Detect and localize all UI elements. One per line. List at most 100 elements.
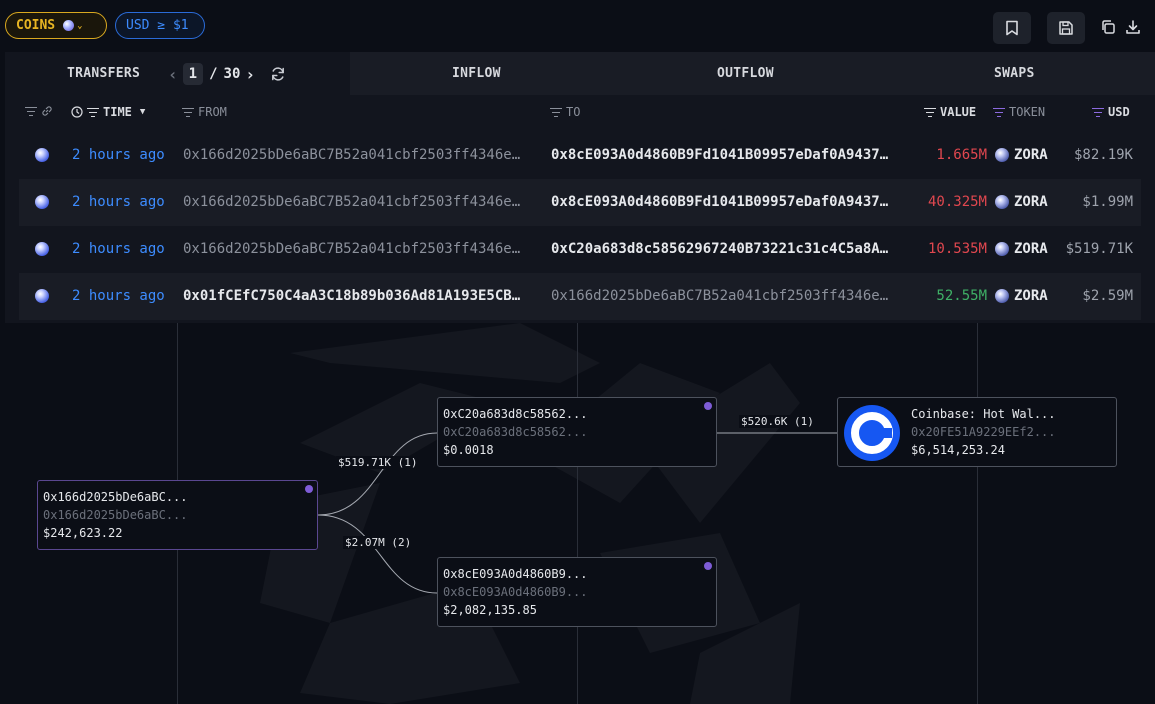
chevron-down-icon: ⌄ [77, 20, 83, 31]
transfers-panel: TRANSFERS ‹ 1 / 30 › INFLOW OUTFLOW SWAP… [5, 52, 1155, 323]
row-from-address[interactable]: 0x166d2025bDe6aBC7B52a041cbf2503ff4346e… [183, 147, 539, 163]
clock-icon [71, 106, 83, 118]
coins-filter-label: COINS [16, 18, 56, 33]
usd-filter-pill[interactable]: USD ≥ $1 [115, 12, 205, 39]
bookmark-icon [1006, 20, 1018, 36]
current-page: 1 [182, 63, 204, 85]
zora-token-icon [63, 20, 75, 31]
tab-outflow[interactable]: OUTFLOW [717, 66, 774, 81]
row-to-address[interactable]: 0xC20a683d8c58562967240B73221c31c4C5a8A… [551, 241, 907, 257]
column-to[interactable]: TO [550, 105, 580, 119]
next-page-icon[interactable]: › [240, 65, 260, 84]
tab-strip-inactive: INFLOW OUTFLOW SWAPS [350, 52, 1155, 95]
row-from-address[interactable]: 0x166d2025bDe6aBC7B52a041cbf2503ff4346e… [183, 194, 539, 210]
row-value: 40.325M [927, 194, 987, 210]
node-status-dot [704, 562, 712, 570]
node-address: 0xC20a683d8c58562... [443, 407, 588, 421]
total-pages: 30 [223, 66, 241, 82]
save-button[interactable] [1047, 12, 1085, 44]
column-token-label: TOKEN [1009, 105, 1046, 119]
page-separator: / [209, 66, 218, 82]
column-to-label: TO [566, 105, 581, 119]
edge-label-to-top[interactable]: $519.71K (1) [336, 456, 420, 469]
flow-graph-canvas[interactable]: $519.71K (1) $2.07M (2) $520.6K (1) 0x16… [0, 323, 1155, 704]
row-token[interactable]: ZORA [1014, 194, 1048, 210]
row-token[interactable]: ZORA [1014, 147, 1048, 163]
edge-label-to-coinbase[interactable]: $520.6K (1) [739, 415, 816, 428]
column-value-label: VALUE [940, 105, 977, 119]
copy-button[interactable] [1097, 16, 1119, 38]
table-row[interactable]: 2 hours ago 0x166d2025bDe6aBC7B52a041cbf… [19, 226, 1141, 273]
column-filter-controls [25, 105, 53, 117]
zora-token-icon [995, 195, 1009, 209]
graph-node-8ce0[interactable]: 0x8cE093A0d4860B9... 0x8cE093A0d4860B9..… [437, 557, 717, 627]
link-icon[interactable] [41, 105, 53, 117]
to-filter-icon[interactable] [550, 107, 562, 118]
column-usd[interactable]: USD [1092, 105, 1130, 119]
zora-chain-icon [35, 148, 49, 162]
edge-label-to-bottom[interactable]: $2.07M (2) [343, 536, 414, 549]
row-to-address[interactable]: 0x8cE093A0d4860B9Fd1041B09957eDaf0A9437… [551, 147, 907, 163]
coinbase-logo-icon [844, 405, 900, 461]
sort-down-icon[interactable]: ▼ [140, 107, 145, 117]
filter-icon[interactable] [25, 106, 37, 117]
row-time[interactable]: 2 hours ago [72, 147, 165, 163]
usd-filter-icon[interactable] [1092, 107, 1104, 118]
row-time[interactable]: 2 hours ago [72, 241, 165, 257]
node-status-dot [704, 402, 712, 410]
row-token[interactable]: ZORA [1014, 288, 1048, 304]
tab-swaps[interactable]: SWAPS [994, 66, 1035, 81]
time-filter-icon[interactable] [87, 107, 99, 118]
token-filter-icon[interactable] [993, 107, 1005, 118]
bookmark-button[interactable] [993, 12, 1031, 44]
column-token[interactable]: TOKEN [993, 105, 1045, 119]
table-row[interactable]: 2 hours ago 0x01fCEfC750C4aA3C18b89b036A… [19, 273, 1141, 320]
zora-token-icon [995, 289, 1009, 303]
row-value: 1.665M [936, 147, 987, 163]
refresh-icon[interactable] [270, 66, 286, 82]
node-balance: $2,082,135.85 [443, 603, 537, 617]
graph-node-c20a[interactable]: 0xC20a683d8c58562... 0xC20a683d8c58562..… [437, 397, 717, 467]
prev-page-icon[interactable]: ‹ [163, 65, 183, 84]
row-from-address[interactable]: 0x166d2025bDe6aBC7B52a041cbf2503ff4346e… [183, 241, 539, 257]
row-from-address[interactable]: 0x01fCEfC750C4aA3C18b89b036Ad81A193E5CB… [183, 288, 539, 304]
table-row[interactable]: 2 hours ago 0x166d2025bDe6aBC7B52a041cbf… [19, 179, 1141, 226]
tab-bar: TRANSFERS ‹ 1 / 30 › INFLOW OUTFLOW SWAP… [5, 52, 1155, 95]
node-address: 0x166d2025bDe6aBC... [43, 490, 188, 504]
node-entity-name: Coinbase: Hot Wal... [911, 407, 1056, 421]
tab-transfers-label: TRANSFERS [67, 66, 141, 81]
row-time[interactable]: 2 hours ago [72, 288, 165, 304]
table-row[interactable]: 2 hours ago 0x166d2025bDe6aBC7B52a041cbf… [19, 132, 1141, 179]
tab-transfers[interactable]: TRANSFERS ‹ 1 / 30 › [5, 52, 350, 95]
download-icon [1126, 20, 1140, 34]
zora-token-icon [995, 148, 1009, 162]
copy-icon [1102, 20, 1115, 34]
download-button[interactable] [1122, 16, 1144, 38]
node-subaddress: 0x8cE093A0d4860B9... [443, 585, 588, 599]
row-to-address[interactable]: 0x166d2025bDe6aBC7B52a041cbf2503ff4346e… [551, 288, 907, 304]
column-time-label: TIME [103, 105, 132, 119]
column-from[interactable]: FROM [182, 105, 227, 119]
save-icon [1059, 21, 1073, 35]
row-to-address[interactable]: 0x8cE093A0d4860B9Fd1041B09957eDaf0A9437… [551, 194, 907, 210]
node-subaddress: 0x20FE51A9229EEf2... [911, 425, 1056, 439]
zora-token-icon [995, 242, 1009, 256]
graph-node-coinbase[interactable]: Coinbase: Hot Wal... 0x20FE51A9229EEf2..… [837, 397, 1117, 467]
row-time[interactable]: 2 hours ago [72, 194, 165, 210]
graph-node-source[interactable]: 0x166d2025bDe6aBC... 0x166d2025bDe6aBC..… [37, 480, 318, 550]
row-value: 52.55M [936, 288, 987, 304]
from-filter-icon[interactable] [182, 107, 194, 118]
value-filter-icon[interactable] [924, 107, 936, 118]
tab-inflow[interactable]: INFLOW [452, 66, 501, 81]
row-token[interactable]: ZORA [1014, 241, 1048, 257]
row-usd: $1.99M [1082, 194, 1133, 210]
top-toolbar: COINS ⌄ USD ≥ $1 [0, 0, 1155, 52]
node-address: 0x8cE093A0d4860B9... [443, 567, 588, 581]
column-value[interactable]: VALUE [924, 105, 976, 119]
zora-chain-icon [35, 289, 49, 303]
column-time[interactable]: TIME ▼ [71, 105, 145, 119]
row-usd: $82.19K [1073, 147, 1133, 163]
coins-filter-pill[interactable]: COINS ⌄ [5, 12, 107, 39]
zora-chain-icon [35, 195, 49, 209]
row-usd: $519.71K [1065, 241, 1133, 257]
